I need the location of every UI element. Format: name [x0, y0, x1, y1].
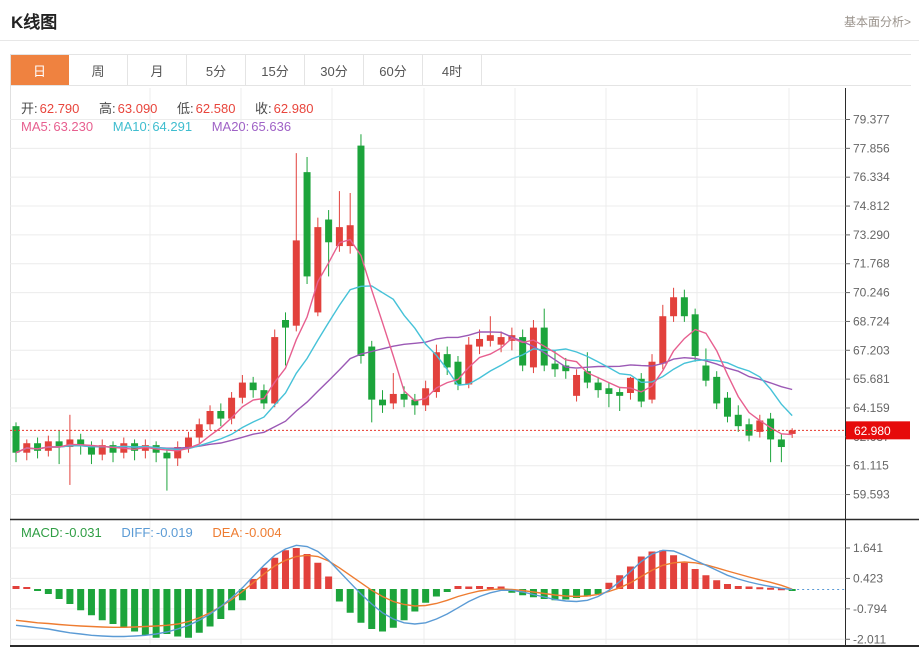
svg-text:0.423: 0.423: [853, 571, 883, 585]
ma10-label: MA10:: [113, 119, 151, 134]
macd-legend: MACD:-0.031 DIFF:-0.019 DEA:-0.004: [21, 525, 284, 540]
svg-text:62.980: 62.980: [854, 424, 891, 438]
ma5-label: MA5:: [21, 119, 51, 134]
svg-text:-0.794: -0.794: [853, 602, 887, 616]
ma-legend: MA5:63.230 MA10:64.291 MA20:65.636: [21, 119, 293, 134]
svg-text:65.681: 65.681: [853, 372, 890, 386]
ma5-value: 63.230: [53, 119, 93, 134]
kline-page: { "header": { "title": "K线图", "link_labe…: [0, 0, 919, 650]
low-value: 62.580: [196, 101, 236, 116]
svg-text:67.203: 67.203: [853, 343, 890, 357]
svg-text:71.768: 71.768: [853, 257, 890, 271]
dea-label: DEA:: [212, 525, 242, 540]
svg-text:73.290: 73.290: [853, 228, 890, 242]
svg-text:79.377: 79.377: [853, 113, 890, 127]
svg-text:1.641: 1.641: [853, 541, 883, 555]
ohlc-legend: 开:62.790 高:63.090 低:62.580 收:62.980: [21, 98, 315, 117]
diff-value: -0.019: [156, 525, 193, 540]
chart-frame: [10, 88, 919, 646]
close-value: 62.980: [274, 101, 314, 116]
dea-value: -0.004: [245, 525, 282, 540]
svg-text:68.724: 68.724: [853, 314, 890, 328]
diff-label: DIFF:: [121, 525, 154, 540]
ma10-value: 64.291: [152, 119, 192, 134]
macd-histogram: [13, 548, 796, 638]
open-label: 开:: [21, 101, 38, 116]
macd-axis-labels: 1.641 0.423 -0.794 -2.011: [845, 541, 887, 646]
svg-text:59.593: 59.593: [853, 488, 890, 502]
high-label: 高:: [99, 101, 116, 116]
close-label: 收:: [255, 101, 272, 116]
open-value: 62.790: [40, 101, 80, 116]
svg-text:77.856: 77.856: [853, 141, 890, 155]
ma20-label: MA20:: [212, 119, 250, 134]
svg-text:64.159: 64.159: [853, 401, 890, 415]
svg-text:74.812: 74.812: [853, 199, 890, 213]
macd-label: MACD:: [21, 525, 63, 540]
high-value: 63.090: [118, 101, 158, 116]
price-axis-labels: 79.377 77.856 76.334 74.812 73.290 71.768 70.2…: [845, 113, 890, 502]
low-label: 低:: [177, 101, 194, 116]
macd-value: -0.031: [65, 525, 102, 540]
ma20-value: 65.636: [251, 119, 291, 134]
ma5-line: [16, 240, 792, 453]
last-price-badge: 62.980: [846, 421, 910, 439]
svg-text:76.334: 76.334: [853, 170, 890, 184]
svg-text:70.246: 70.246: [853, 286, 890, 300]
svg-text:61.115: 61.115: [853, 459, 889, 473]
svg-text:-2.011: -2.011: [853, 632, 886, 646]
